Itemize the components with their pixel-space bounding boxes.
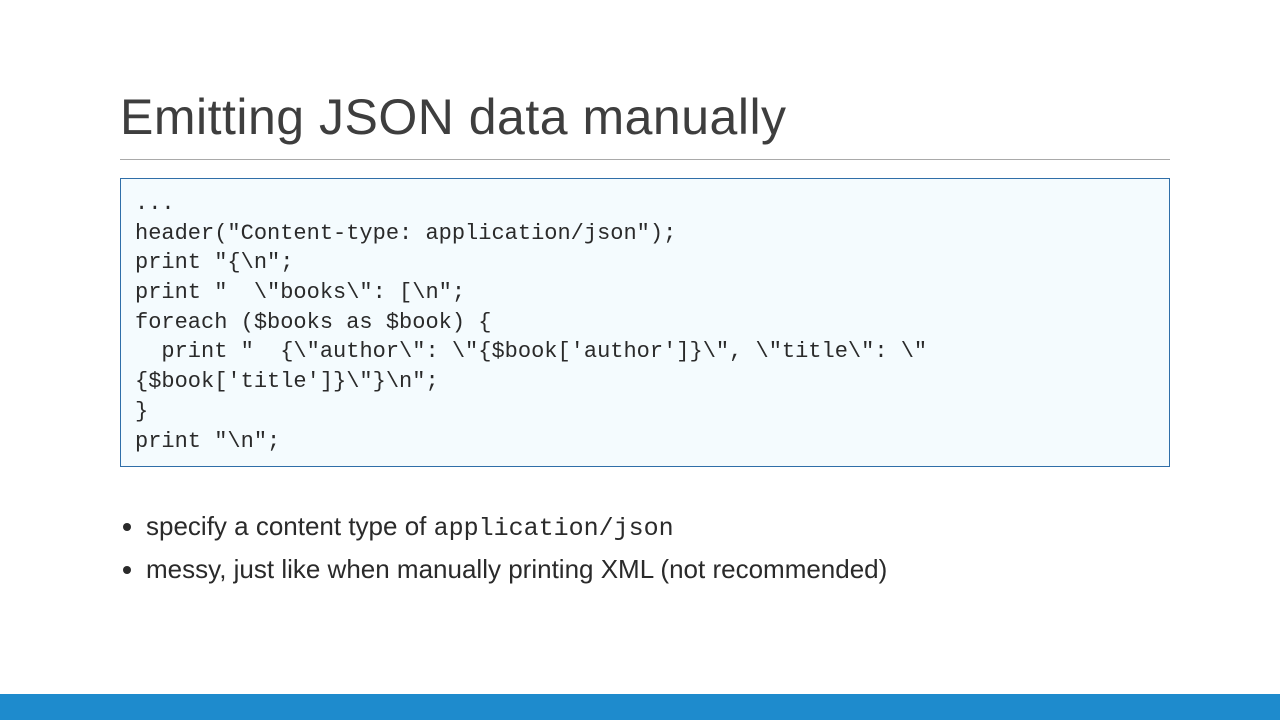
slide-content: Emitting JSON data manually ... header("… [0,0,1280,589]
slide: Emitting JSON data manually ... header("… [0,0,1280,720]
bullet-list: specify a content type of application/js… [146,509,1170,589]
title-divider [120,159,1170,160]
bullet-text-code: application/json [434,514,674,543]
code-block: ... header("Content-type: application/js… [120,178,1170,467]
slide-title: Emitting JSON data manually [120,90,1170,145]
list-item: messy, just like when manually printing … [146,552,1170,589]
bullet-text-pre: messy, just like when manually printing … [146,554,887,584]
list-item: specify a content type of application/js… [146,509,1170,546]
bullet-text-pre: specify a content type of [146,511,434,541]
footer-accent-bar [0,694,1280,720]
